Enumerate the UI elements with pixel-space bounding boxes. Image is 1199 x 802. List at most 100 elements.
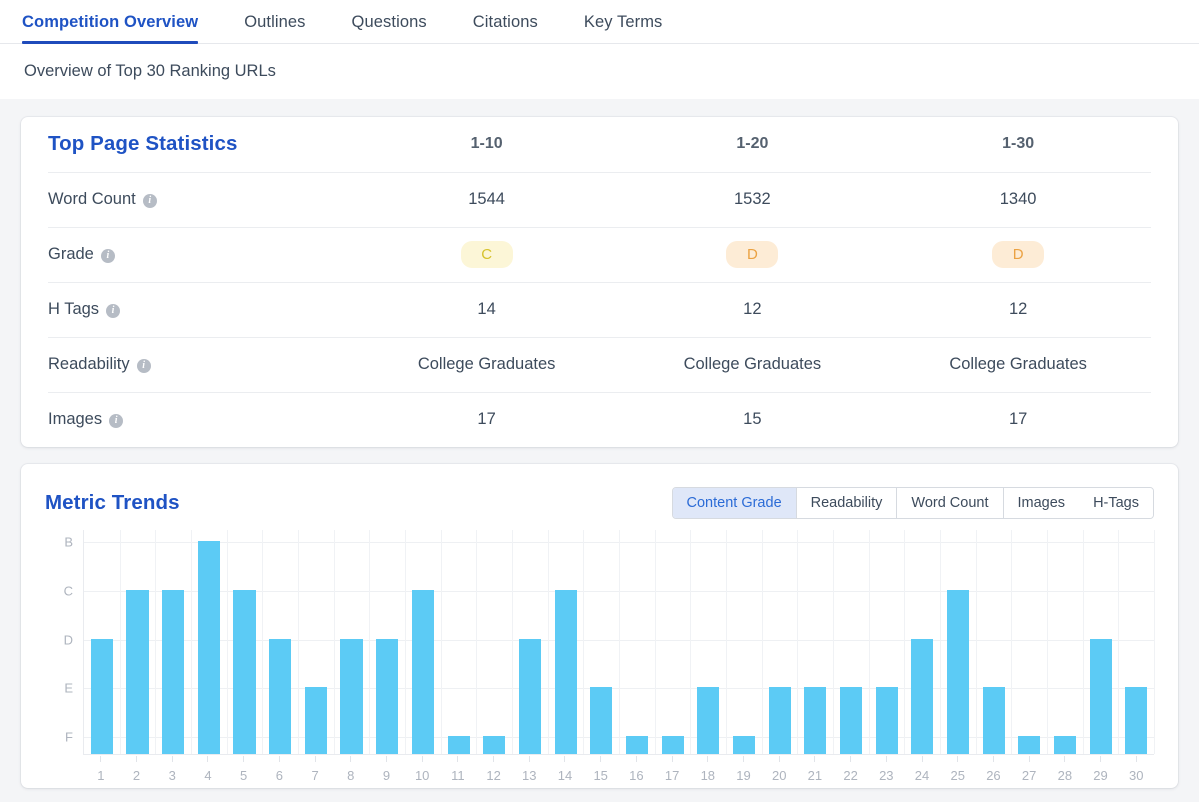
row-label-word-count: Word Counti — [48, 172, 354, 227]
chart-bar[interactable] — [697, 687, 719, 754]
chart-bar[interactable] — [340, 639, 362, 755]
info-icon[interactable]: i — [137, 359, 151, 373]
bar-slot — [833, 530, 869, 754]
table-header-row: Top Page Statistics 1-10 1-20 1-30 — [48, 117, 1151, 172]
bar-slot — [940, 530, 976, 754]
chart-bar[interactable] — [376, 639, 398, 755]
x-axis-tick: 28 — [1047, 756, 1083, 780]
metric-trends-header: Metric Trends Content Grade Readability … — [45, 484, 1154, 522]
chart-y-axis: BCDEF — [45, 530, 83, 755]
info-icon[interactable]: i — [101, 249, 115, 263]
chart-bar[interactable] — [769, 687, 791, 754]
chart-bar[interactable] — [162, 590, 184, 754]
chart-bar[interactable] — [269, 639, 291, 755]
bar-slot — [155, 530, 191, 754]
tab-outlines[interactable]: Outlines — [244, 13, 305, 43]
metric-button-h-tags[interactable]: H-Tags — [1079, 488, 1153, 518]
bar-slot — [655, 530, 691, 754]
chart-bar[interactable] — [233, 590, 255, 754]
x-axis-tick: 2 — [119, 756, 155, 780]
info-icon[interactable]: i — [109, 414, 123, 428]
chart-bar[interactable] — [412, 590, 434, 754]
chart-bar[interactable] — [126, 590, 148, 754]
page-subtitle: Overview of Top 30 Ranking URLs — [24, 62, 276, 81]
table-row: Word Counti 1544 1532 1340 — [48, 172, 1151, 227]
x-axis-label: 9 — [383, 768, 390, 783]
x-axis-tick: 17 — [654, 756, 690, 780]
bar-slot — [726, 530, 762, 754]
table-row: Gradei C D D — [48, 227, 1151, 282]
statistics-title: Top Page Statistics — [48, 117, 354, 172]
chart-bar[interactable] — [733, 736, 755, 754]
chart-bar[interactable] — [483, 736, 505, 754]
x-axis-tick: 29 — [1083, 756, 1119, 780]
x-axis-label: 11 — [451, 768, 465, 783]
metric-button-images[interactable]: Images — [1004, 488, 1080, 518]
x-axis-tick: 14 — [547, 756, 583, 780]
h-tags-1-30: 12 — [885, 282, 1151, 337]
chart-bar[interactable] — [662, 736, 684, 754]
chart-bar[interactable] — [1018, 736, 1040, 754]
bar-slot — [904, 530, 940, 754]
bar-slot — [583, 530, 619, 754]
bar-slot — [476, 530, 512, 754]
info-icon[interactable]: i — [106, 304, 120, 318]
y-axis-label-c: C — [64, 583, 73, 598]
x-axis-tick: 25 — [940, 756, 976, 780]
tick-mark — [707, 756, 708, 762]
chart-bar[interactable] — [519, 639, 541, 755]
chart-bar[interactable] — [876, 687, 898, 754]
tab-questions[interactable]: Questions — [352, 13, 427, 43]
table-row: H Tagsi 14 12 12 — [48, 282, 1151, 337]
word-count-1-10: 1544 — [354, 172, 620, 227]
x-axis-tick: 20 — [761, 756, 797, 780]
x-axis-label: 8 — [347, 768, 354, 783]
chart-plot-area — [83, 530, 1154, 755]
metric-button-readability[interactable]: Readability — [797, 488, 898, 518]
chart-bar[interactable] — [1054, 736, 1076, 754]
chart-bar[interactable] — [947, 590, 969, 754]
tick-mark — [172, 756, 173, 762]
y-axis-label-e: E — [64, 681, 73, 696]
bar-slot — [84, 530, 120, 754]
tab-citations[interactable]: Citations — [473, 13, 538, 43]
x-axis-tick: 13 — [511, 756, 547, 780]
metric-button-content-grade[interactable]: Content Grade — [673, 488, 797, 518]
chart-bar[interactable] — [448, 736, 470, 754]
chart-bar[interactable] — [983, 687, 1005, 754]
x-axis-tick: 22 — [833, 756, 869, 780]
chart-bar[interactable] — [198, 541, 220, 754]
chart-bar[interactable] — [590, 687, 612, 754]
x-axis-tick: 18 — [690, 756, 726, 780]
tick-mark — [315, 756, 316, 762]
x-axis-label: 29 — [1093, 768, 1107, 783]
tick-mark — [957, 756, 958, 762]
tick-mark — [457, 756, 458, 762]
info-icon[interactable]: i — [143, 194, 157, 208]
tab-key-terms[interactable]: Key Terms — [584, 13, 663, 43]
tick-mark — [850, 756, 851, 762]
chart-bar[interactable] — [626, 736, 648, 754]
chart-bar[interactable] — [1125, 687, 1147, 754]
x-axis-tick: 15 — [583, 756, 619, 780]
chart-bar[interactable] — [555, 590, 577, 754]
bar-slot — [262, 530, 298, 754]
x-axis-tick: 12 — [476, 756, 512, 780]
x-axis-label: 18 — [701, 768, 715, 783]
x-axis-label: 21 — [808, 768, 822, 783]
row-label-text: H Tags — [48, 300, 99, 318]
bar-slot — [797, 530, 833, 754]
row-label-images: Imagesi — [48, 392, 354, 447]
tab-competition-overview[interactable]: Competition Overview — [22, 13, 198, 43]
x-axis-label: 23 — [879, 768, 893, 783]
chart-bar[interactable] — [1090, 639, 1112, 755]
metric-button-word-count[interactable]: Word Count — [897, 488, 1003, 518]
images-1-10: 17 — [354, 392, 620, 447]
chart-bar[interactable] — [91, 639, 113, 755]
x-axis-label: 10 — [415, 768, 429, 783]
chart-bar[interactable] — [911, 639, 933, 755]
x-axis-tick: 11 — [440, 756, 476, 780]
chart-bar[interactable] — [840, 687, 862, 754]
chart-bar[interactable] — [305, 687, 327, 754]
chart-bar[interactable] — [804, 687, 826, 754]
